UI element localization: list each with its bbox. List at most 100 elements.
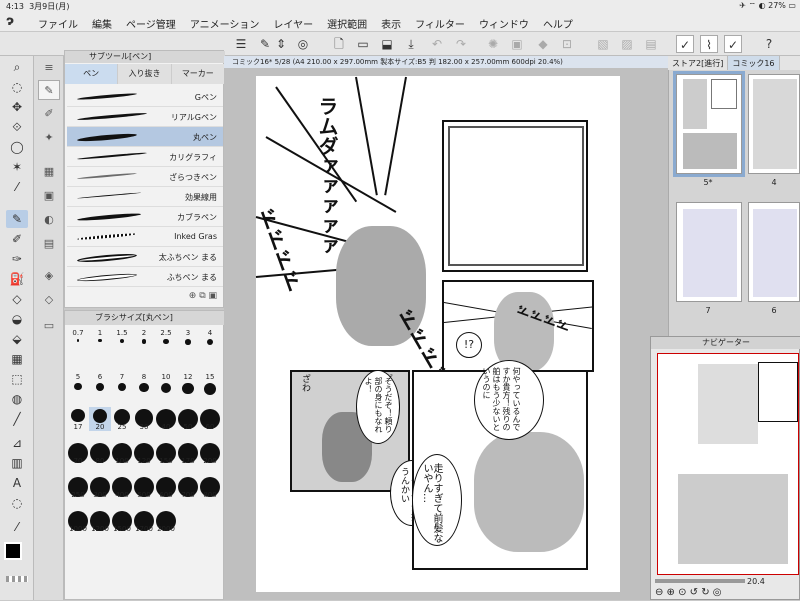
brush-size-option[interactable]: 70 xyxy=(67,441,89,465)
navigator-buttons[interactable]: ⊖ ⊕ ⊙ ↺ ↻ ◎ xyxy=(655,587,722,598)
subtool-pen-group-icon[interactable]: ✎ xyxy=(38,80,60,100)
brush-size-option[interactable]: 2000 xyxy=(155,509,177,533)
correct-line-icon[interactable]: ⁄ xyxy=(6,518,28,536)
brush-size-option[interactable]: 1 xyxy=(89,329,111,353)
manga-page[interactable]: ラムダァァァァァ ドドドド !? ドドドド ドドドド ざわ ざわ そうだぞ！頼り… xyxy=(250,76,620,592)
brush-size-option[interactable]: 1700 xyxy=(133,509,155,533)
brush-size-option[interactable]: 200 xyxy=(199,441,221,465)
brush-size-option[interactable]: 600 xyxy=(155,475,177,499)
brush-item[interactable]: Inked Gras xyxy=(67,227,223,247)
tab-iri-nuki[interactable]: 入り抜き xyxy=(118,64,172,84)
layer-panel-icon[interactable]: ◈ xyxy=(38,266,60,286)
brush-item[interactable]: カブラペン xyxy=(67,207,223,227)
pencil-icon[interactable]: ✐ xyxy=(6,230,28,248)
brush-size-option[interactable]: 60 xyxy=(199,407,221,431)
brush-size-option[interactable]: 150 xyxy=(155,441,177,465)
clear-outside-icon[interactable]: ▣ xyxy=(508,35,526,53)
brush-size-option[interactable]: 6 xyxy=(89,373,111,397)
brush-size-option[interactable]: 80 xyxy=(89,441,111,465)
brush-size-option[interactable]: 100 xyxy=(111,441,133,465)
menu-layer[interactable]: レイヤー xyxy=(273,16,313,31)
brush-tool-icon[interactable]: ✑ xyxy=(6,250,28,268)
brush-size-option[interactable]: 500 xyxy=(133,475,155,499)
navigator-preview[interactable] xyxy=(657,353,799,575)
fill-tool-icon[interactable]: ⬙ xyxy=(6,330,28,348)
brush-size-option[interactable]: 120 xyxy=(133,441,155,465)
open-folder-icon[interactable]: ▭ xyxy=(354,35,372,53)
menu-filter[interactable]: フィルター xyxy=(415,16,465,31)
liquify-icon[interactable]: ◍ xyxy=(6,390,28,408)
brush-size-option[interactable]: 15 xyxy=(199,373,221,397)
brush-item[interactable]: リアルGペン xyxy=(67,107,223,127)
brush-size-option[interactable]: 17 xyxy=(67,407,89,431)
color-set-icon[interactable]: ▤ xyxy=(38,234,60,254)
menu-window[interactable]: ウィンドウ xyxy=(479,16,529,31)
tool-property-icon[interactable]: ▦ xyxy=(38,162,60,182)
subtool-menu-icon[interactable]: ≡ xyxy=(38,58,60,78)
line-icon[interactable]: ╱ xyxy=(6,410,28,428)
help-icon[interactable]: ? xyxy=(760,35,778,53)
page-thumbnail[interactable] xyxy=(673,71,745,177)
hamburger-menu-icon[interactable]: ☰ xyxy=(232,35,250,53)
menu-file[interactable]: ファイル xyxy=(38,16,78,31)
brush-size-option[interactable]: 300 xyxy=(89,475,111,499)
brush-size-option[interactable]: 40 xyxy=(155,407,177,431)
lasso-icon[interactable]: ◯ xyxy=(6,138,28,156)
move-icon[interactable]: ✥ xyxy=(6,98,28,116)
color-wheel-icon[interactable]: ◐ xyxy=(38,210,60,230)
brush-item[interactable]: ざらつきペン xyxy=(67,167,223,187)
brush-size-option[interactable]: 12 xyxy=(177,373,199,397)
eyedropper-icon[interactable]: ⁄ xyxy=(6,178,28,196)
undo-icon[interactable]: ↶ xyxy=(428,35,446,53)
brush-icon[interactable]: ⌇ xyxy=(700,35,718,53)
brush-size-option[interactable]: 10 xyxy=(155,373,177,397)
main-color-swatch[interactable] xyxy=(4,542,22,560)
layer-property-icon[interactable]: ◇ xyxy=(38,290,60,310)
eraser-icon[interactable]: ◇ xyxy=(6,290,28,308)
pressure-icon[interactable]: ✓ xyxy=(724,35,742,53)
balloon-icon[interactable]: ◌ xyxy=(6,494,28,512)
menu-page[interactable]: ページ管理 xyxy=(126,16,176,31)
brush-size-option[interactable]: 2 xyxy=(133,329,155,353)
text-icon[interactable]: A xyxy=(6,474,28,492)
brush-item[interactable]: ふちペン まる xyxy=(67,267,223,287)
zoom-slider[interactable] xyxy=(655,579,745,583)
brush-size-panel-icon[interactable]: ▣ xyxy=(38,186,60,206)
zoom-icon[interactable]: ⌕ xyxy=(6,58,28,76)
menu-selection[interactable]: 選択範囲 xyxy=(327,16,367,31)
fill-icon[interactable]: ◆ xyxy=(534,35,552,53)
invert-selection-icon[interactable]: ▨ xyxy=(618,35,636,53)
export-icon[interactable]: ⤓ xyxy=(402,35,420,53)
object-icon[interactable]: ⟐ xyxy=(6,118,28,136)
brush-size-option[interactable]: 1.5 xyxy=(111,329,133,353)
new-file-icon[interactable]: 🗋 xyxy=(330,35,348,53)
transform-icon[interactable]: ⊡ xyxy=(558,35,576,53)
ruler-icon[interactable]: ▥ xyxy=(6,454,28,472)
brush-size-option[interactable]: 170 xyxy=(177,441,199,465)
figure-icon[interactable]: ⬚ xyxy=(6,370,28,388)
save-icon[interactable]: ⬓ xyxy=(378,35,396,53)
brush-item[interactable]: Gペン xyxy=(67,87,223,107)
subtool-effect-group-icon[interactable]: ✦ xyxy=(38,128,60,148)
brush-size-option[interactable]: 800 xyxy=(199,475,221,499)
transparent-swatch[interactable] xyxy=(6,576,28,582)
brush-size-option[interactable]: 50 xyxy=(177,407,199,431)
redo-icon[interactable]: ↷ xyxy=(452,35,470,53)
magic-wand-icon[interactable]: ✶ xyxy=(6,158,28,176)
brush-size-option[interactable]: 5 xyxy=(67,373,89,397)
brush-size-option[interactable]: 0.7 xyxy=(67,329,89,353)
clip-icon[interactable]: ◎ xyxy=(294,35,312,53)
tab-pen[interactable]: ペン xyxy=(65,64,119,84)
brush-item[interactable]: 効果線用 xyxy=(67,187,223,207)
page-thumbnail[interactable] xyxy=(748,74,800,174)
brush-size-option[interactable]: 400 xyxy=(111,475,133,499)
tab-comic16[interactable]: コミック16 xyxy=(728,56,780,70)
brush-size-option[interactable]: 30 xyxy=(133,407,155,431)
material-icon[interactable]: ▭ xyxy=(38,316,60,336)
frame-icon[interactable]: ⊿ xyxy=(6,434,28,452)
subtool-marker-group-icon[interactable]: ✐ xyxy=(38,104,60,124)
tab-store[interactable]: ストア2[進行] xyxy=(668,56,729,70)
brush-item[interactable]: カリグラフィ xyxy=(67,147,223,167)
pen-icon[interactable]: ✎ xyxy=(6,210,28,228)
brush-size-option[interactable]: 2.5 xyxy=(155,329,177,353)
